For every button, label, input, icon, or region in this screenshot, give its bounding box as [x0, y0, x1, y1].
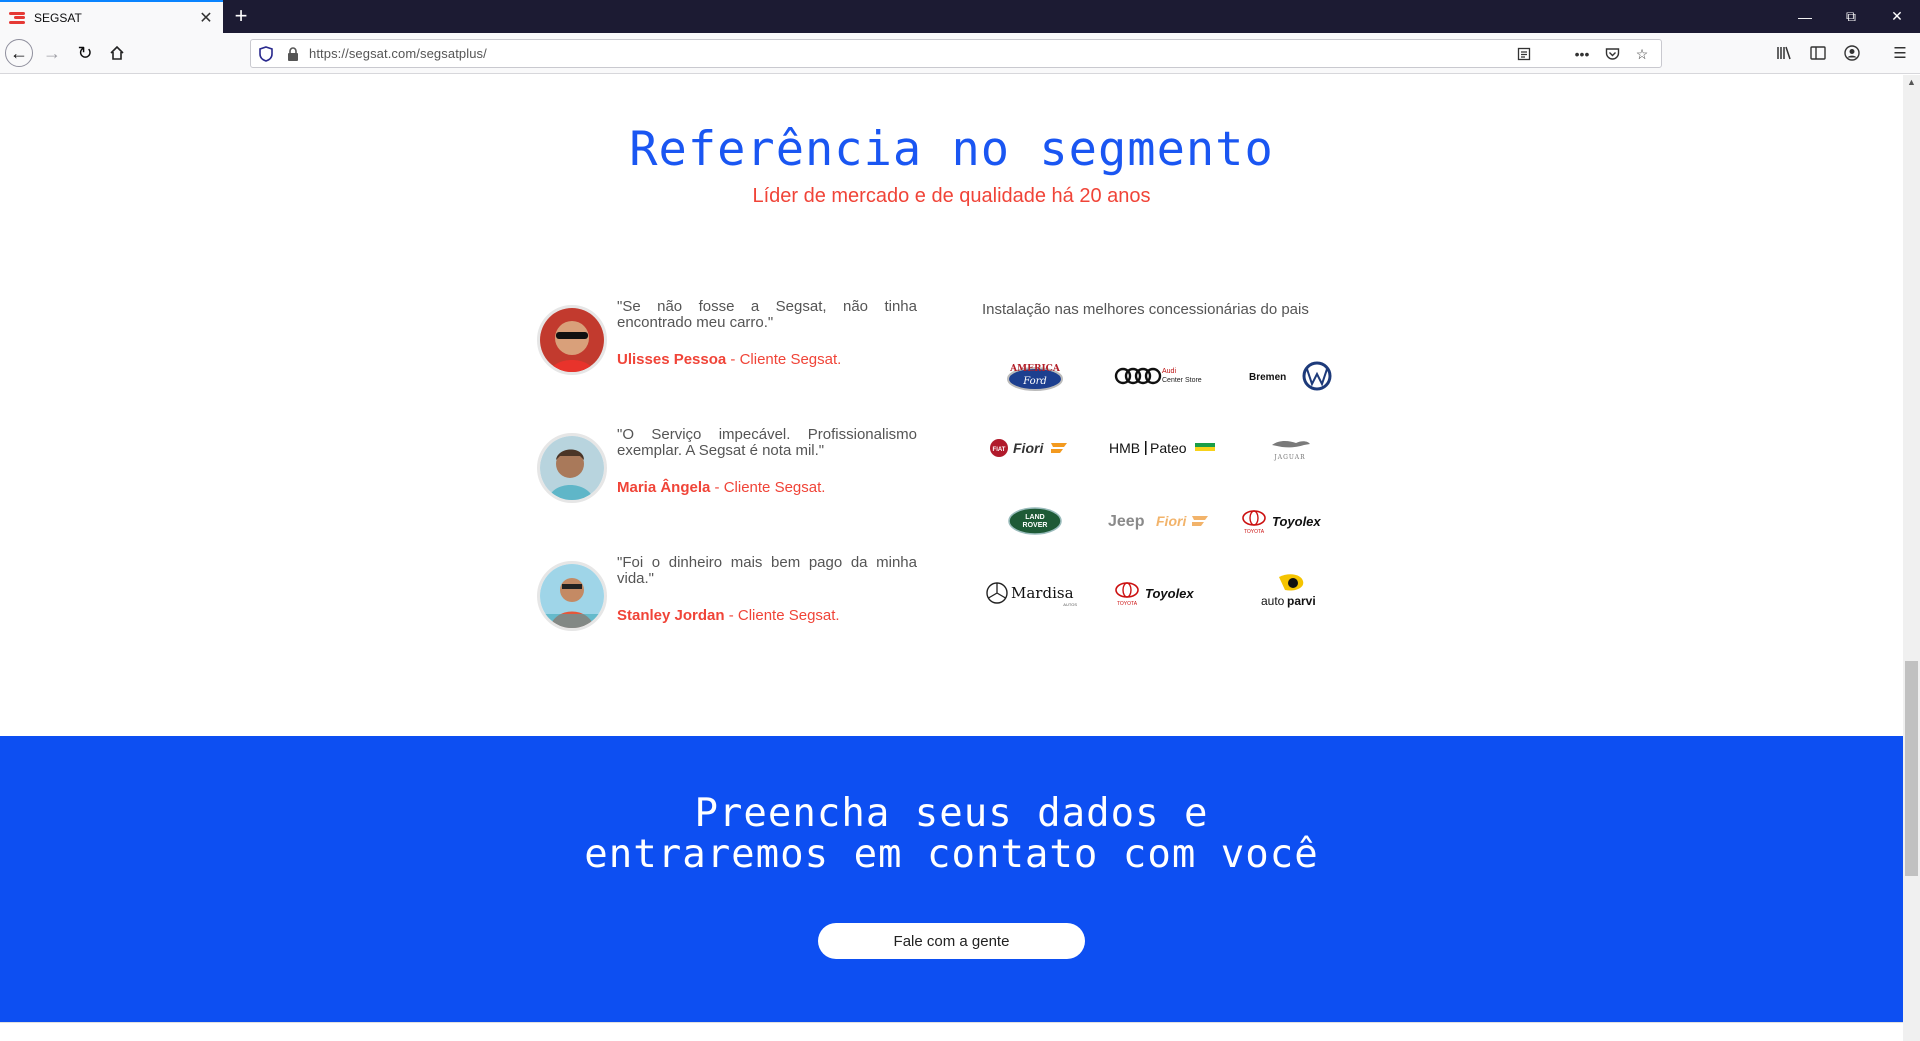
testimonial-card: "Foi o dinheiro mais bem pago da minha v… — [537, 555, 917, 645]
page-scrollbar[interactable]: ▲ — [1903, 75, 1920, 1041]
svg-text:Jeep: Jeep — [1108, 513, 1145, 530]
svg-text:Toyolex: Toyolex — [1272, 514, 1321, 529]
svg-text:Fiori: Fiori — [1156, 513, 1187, 529]
avatar — [537, 433, 607, 503]
section-title: Referência no segmento — [629, 122, 1274, 177]
contact-title-line2: entraremos em contato com você — [584, 832, 1319, 877]
page-bottom-edge — [0, 1022, 1903, 1041]
reload-icon[interactable]: ↻ — [71, 39, 99, 67]
tab-title: SEGSAT — [34, 10, 82, 25]
tracking-shield-icon[interactable] — [259, 46, 273, 62]
section-subtitle: Líder de mercado e de qualidade há 20 an… — [752, 185, 1151, 207]
segsat-favicon-icon — [9, 11, 25, 24]
close-tab-icon[interactable]: ✕ — [195, 7, 217, 29]
svg-text:HMB: HMB — [1109, 440, 1140, 456]
testimonial-role: - Cliente Segsat. — [710, 479, 826, 496]
reader-view-icon[interactable] — [1513, 43, 1535, 65]
mardisa-mercedes-logo: Mardisa AUTOS — [980, 571, 1090, 615]
url-bar[interactable]: https://segsat.com/segsatplus/ ••• ☆ — [250, 39, 1662, 68]
svg-text:AMERICA: AMERICA — [1009, 364, 1061, 374]
testimonial-author: Maria Ângela - Cliente Segsat. — [617, 479, 825, 496]
pocket-icon[interactable] — [1601, 43, 1623, 65]
avatar — [537, 561, 607, 631]
avatar — [537, 305, 607, 375]
svg-text:TOYOTA: TOYOTA — [1117, 601, 1138, 607]
scrollbar-thumb[interactable] — [1905, 661, 1918, 876]
scroll-up-arrow-icon[interactable]: ▲ — [1907, 77, 1916, 87]
window-controls: — ⧉ ✕ — [1782, 0, 1920, 33]
restore-icon[interactable]: ⧉ — [1828, 0, 1874, 33]
close-window-icon[interactable]: ✕ — [1874, 0, 1920, 33]
contact-title-line1: Preencha seus dados e — [694, 791, 1209, 836]
hmb-pateo-logo: HMB Pateo — [1108, 426, 1218, 470]
svg-text:ROVER: ROVER — [1023, 522, 1048, 529]
forward-arrow-icon[interactable]: → — [38, 39, 66, 67]
tab-strip: SEGSAT ✕ + — ⧉ ✕ — [0, 0, 1920, 33]
jaguar-logo: JAGUAR — [1235, 426, 1345, 470]
autoparvi-logo: auto parvi — [1235, 571, 1345, 615]
toyota-toyolex-logo: TOYOTA Toyolex — [1108, 571, 1218, 615]
svg-text:AUTOS: AUTOS — [1063, 602, 1077, 607]
new-tab-icon[interactable]: + — [229, 3, 253, 28]
svg-text:parvi: parvi — [1287, 594, 1316, 608]
tab-segsat[interactable]: SEGSAT ✕ — [0, 0, 223, 33]
sidebar-icon[interactable] — [1804, 39, 1832, 67]
library-icon[interactable] — [1770, 39, 1798, 67]
url-text[interactable]: https://segsat.com/segsatplus/ — [309, 46, 487, 61]
svg-text:Toyolex: Toyolex — [1145, 586, 1194, 601]
lock-icon[interactable] — [287, 47, 299, 61]
account-icon[interactable] — [1838, 39, 1866, 67]
page-viewport: Referência no segmento Líder de mercado … — [0, 75, 1903, 1041]
testimonial-quote: "O Serviço impecável. Profissionalismo e… — [617, 426, 917, 459]
svg-text:FIAT: FIAT — [993, 447, 1006, 453]
svg-text:auto: auto — [1261, 594, 1285, 608]
audi-center-store-logo: Audi Center Store — [1108, 354, 1218, 398]
home-icon[interactable] — [103, 39, 131, 67]
svg-text:Bremen: Bremen — [1249, 372, 1286, 383]
testimonial-name: Ulisses Pessoa — [617, 351, 727, 368]
testimonial-card: "O Serviço impecável. Profissionalismo e… — [537, 427, 917, 517]
testimonial-name: Maria Ângela — [617, 479, 711, 496]
contact-title: Preencha seus dados e entraremos em cont… — [0, 793, 1903, 875]
testimonial-author: Stanley Jordan - Cliente Segsat. — [617, 607, 840, 624]
page-actions-icon[interactable]: ••• — [1571, 43, 1593, 65]
svg-text:LAND: LAND — [1025, 514, 1044, 521]
land-rover-logo: LAND ROVER — [980, 499, 1090, 543]
svg-text:TOYOTA: TOYOTA — [1244, 529, 1265, 535]
fiori-fiat-logo: FIAT Fiori — [980, 426, 1090, 470]
svg-text:Center Store: Center Store — [1162, 377, 1202, 384]
svg-text:Fiori: Fiori — [1013, 440, 1044, 456]
america-ford-logo: AMERICA Ford — [980, 354, 1090, 398]
testimonial-card: "Se não fosse a Segsat, não tinha encont… — [537, 299, 917, 389]
testimonial-role: - Cliente Segsat. — [724, 607, 840, 624]
svg-text:Pateo: Pateo — [1150, 440, 1187, 456]
testimonial-quote: "Se não fosse a Segsat, não tinha encont… — [617, 298, 917, 331]
navigation-toolbar: ← → ↻ https://segsat.com/segsatplus/ •••… — [0, 33, 1920, 74]
menu-hamburger-icon[interactable]: ☰ — [1886, 39, 1914, 67]
testimonial-quote: "Foi o dinheiro mais bem pago da minha v… — [617, 554, 917, 587]
svg-text:Ford: Ford — [1022, 376, 1047, 387]
jeep-fiori-logo: Jeep Fiori — [1108, 499, 1218, 543]
testimonial-name: Stanley Jordan — [617, 607, 725, 624]
contact-button[interactable]: Fale com a gente — [818, 923, 1085, 959]
toyota-toyolex-logo: TOYOTA Toyolex — [1235, 499, 1345, 543]
minimize-icon[interactable]: — — [1782, 0, 1828, 33]
svg-text:Audi: Audi — [1162, 368, 1176, 375]
svg-text:JAGUAR: JAGUAR — [1273, 454, 1305, 461]
contact-section: Preencha seus dados e entraremos em cont… — [0, 736, 1903, 1022]
dealers-title: Instalação nas melhores concessionárias … — [982, 301, 1309, 318]
testimonial-author: Ulisses Pessoa - Cliente Segsat. — [617, 351, 841, 368]
bookmark-star-icon[interactable]: ☆ — [1631, 43, 1653, 65]
back-arrow-icon[interactable]: ← — [5, 39, 33, 67]
bremen-vw-logo: Bremen — [1235, 354, 1345, 398]
svg-text:Mardisa: Mardisa — [1011, 584, 1074, 602]
testimonial-role: - Cliente Segsat. — [726, 351, 842, 368]
